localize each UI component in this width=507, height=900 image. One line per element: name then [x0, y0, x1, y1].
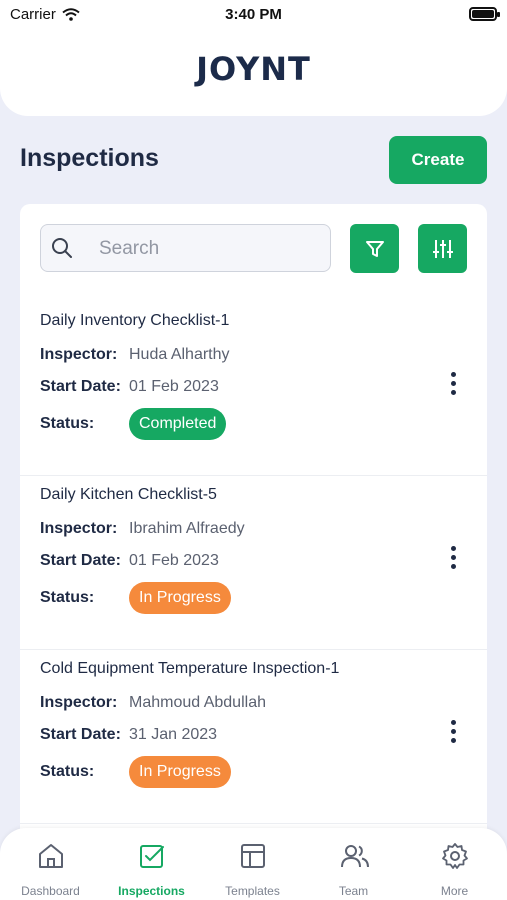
inspector-label: Inspector: — [40, 520, 118, 537]
checkbox-icon — [140, 845, 164, 868]
filter-icon — [365, 240, 384, 257]
inspector-label: Inspector: — [40, 694, 118, 711]
inspections-card: Search Daily Inventory Checklist-1 Inspe… — [20, 204, 487, 864]
tab-label: Templates — [225, 884, 280, 898]
status-badge: Completed — [129, 408, 227, 440]
more-options-icon[interactable] — [448, 372, 458, 398]
page-title: Inspections — [20, 144, 159, 172]
inspection-title: Daily Kitchen Checklist-5 — [40, 486, 217, 503]
inspector-name: Huda Alharthy — [129, 346, 230, 363]
inspection-item[interactable]: Cold Equipment Temperature Inspection-1 … — [20, 650, 487, 824]
tab-more[interactable]: More — [404, 828, 505, 900]
adjust-button[interactable] — [418, 224, 467, 273]
status-label: Status: — [40, 589, 95, 606]
bottom-tab-bar: Dashboard Inspections Templates Team Mor… — [0, 828, 507, 900]
status-badge: In Progress — [129, 582, 231, 614]
status-label: Status: — [40, 763, 95, 780]
battery-icon — [469, 7, 500, 21]
start-date-value: 01 Feb 2023 — [129, 378, 219, 395]
inspector-label: Inspector: — [40, 346, 118, 363]
gear-icon — [442, 843, 468, 869]
inspector-name: Ibrahim Alfraedy — [129, 520, 245, 537]
inspection-item[interactable]: Daily Inventory Checklist-1 Inspector: H… — [20, 302, 487, 476]
app-header: Carrier 3:40 PM JOYNT — [0, 0, 507, 116]
status-badge: In Progress — [129, 756, 231, 788]
tab-inspections[interactable]: Inspections — [101, 828, 202, 900]
filter-button[interactable] — [350, 224, 399, 273]
tab-label: Inspections — [118, 884, 185, 898]
search-icon — [52, 238, 72, 258]
start-date-value: 01 Feb 2023 — [129, 552, 219, 569]
layout-icon — [241, 844, 265, 868]
tab-dashboard[interactable]: Dashboard — [0, 828, 101, 900]
app-logo: JOYNT — [196, 50, 311, 88]
status-label: Status: — [40, 415, 95, 432]
start-date-value: 31 Jan 2023 — [129, 726, 218, 743]
start-date-label: Start Date: — [40, 552, 121, 569]
inspection-item[interactable]: Daily Kitchen Checklist-5 Inspector: Ibr… — [20, 476, 487, 650]
start-date-label: Start Date: — [40, 726, 121, 743]
tab-team[interactable]: Team — [303, 828, 404, 900]
tab-label: Dashboard — [21, 884, 80, 898]
home-icon — [39, 844, 63, 868]
tab-label: More — [440, 884, 469, 898]
status-bar: Carrier 3:40 PM — [0, 0, 507, 30]
users-icon — [341, 845, 369, 868]
inspector-name: Mahmoud Abdullah — [129, 694, 266, 711]
more-options-icon[interactable] — [448, 546, 458, 572]
search-input[interactable]: Search — [40, 224, 331, 272]
search-placeholder: Search — [99, 238, 160, 259]
tab-templates[interactable]: Templates — [202, 828, 303, 900]
sliders-icon — [432, 239, 453, 258]
more-options-icon[interactable] — [448, 720, 458, 746]
tab-label: Team — [338, 884, 369, 898]
start-date-label: Start Date: — [40, 378, 121, 395]
status-time: 3:40 PM — [225, 6, 282, 23]
inspection-title: Daily Inventory Checklist-1 — [40, 312, 230, 329]
inspection-title: Cold Equipment Temperature Inspection-1 — [40, 660, 340, 677]
create-button[interactable]: Create — [389, 136, 487, 184]
